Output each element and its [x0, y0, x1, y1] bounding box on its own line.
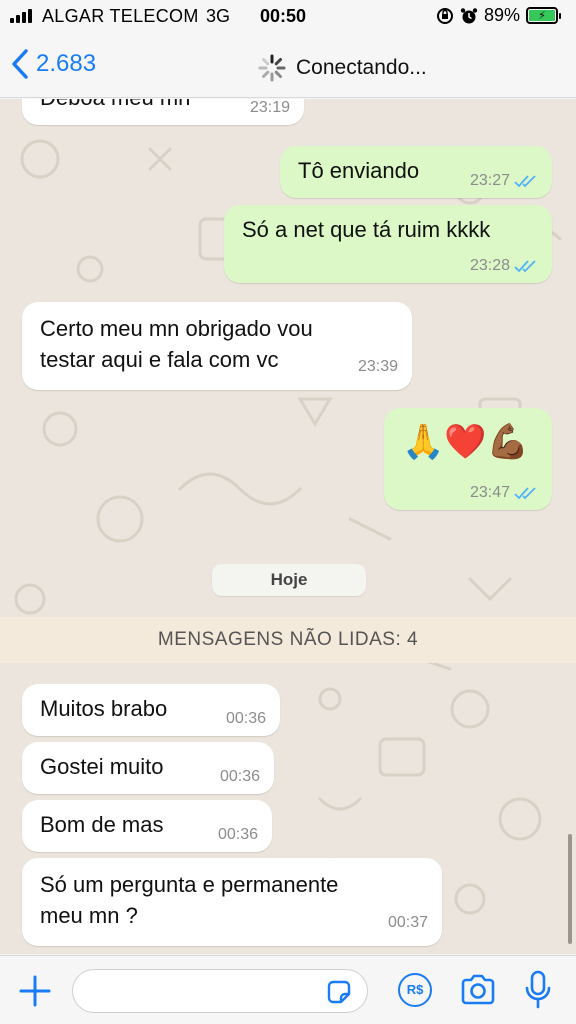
message-time: 23:28 [469, 257, 510, 274]
message-text-line: Certo meu mn obrigado vou [40, 316, 313, 341]
back-button[interactable]: 2.683 [10, 48, 96, 80]
message-time-row: 23:28 [470, 257, 538, 275]
message-text: Tô enviando [298, 158, 420, 183]
clock: 00:50 [260, 6, 307, 26]
message-time-row: 23:27 [470, 172, 538, 190]
message-text: Muitos brabo [40, 696, 168, 721]
message-incoming[interactable]: Muitos brabo 00:36 [22, 684, 280, 736]
payment-icon[interactable]: R$ [398, 973, 432, 1007]
connection-status-text: Conectando... [296, 56, 427, 79]
message-outgoing[interactable]: 🙏❤️💪🏾 23:47 [384, 408, 552, 510]
network-type: 3G [206, 6, 231, 26]
carrier-name: ALGAR TELECOM [42, 6, 199, 26]
unread-messages-banner: MENSAGENS NÃO LIDAS: 4 [0, 617, 576, 663]
message-time: 23:39 [357, 358, 398, 375]
message-text: Bom de mas [40, 812, 164, 837]
message-time: 23:47 [469, 484, 510, 501]
message-time: 23:27 [469, 172, 510, 189]
spinner-icon [258, 54, 286, 82]
message-time-row: 23:47 [470, 484, 538, 502]
message-time: 00:36 [217, 826, 258, 843]
orientation-lock-icon [436, 7, 453, 24]
back-chevron-icon [12, 49, 28, 79]
chat-header: 2.683 Conectando... [0, 34, 576, 98]
battery-percent: 89% [483, 5, 520, 25]
emoji-message: 🙏❤️💪🏾 [402, 423, 530, 461]
scrollbar[interactable] [568, 834, 572, 944]
message-outgoing[interactable]: Só a net que tá ruim kkkk 23:28 [224, 205, 552, 283]
message-text: Só a net que tá ruim kkkk [242, 217, 491, 242]
message-incoming[interactable]: Certo meu mn obrigado vou testar aqui e … [22, 302, 412, 390]
status-bar: ALGAR TELECOM 3G 00:50 89% ⚡ [0, 0, 576, 34]
alarm-icon [460, 7, 478, 23]
message-incoming[interactable]: Só um pergunta e permanente meu mn ? 00:… [22, 858, 442, 946]
signal-icon [10, 9, 32, 23]
camera-icon[interactable] [460, 973, 496, 1007]
connection-status: Conectando... [258, 54, 427, 82]
sticker-icon[interactable] [325, 978, 353, 1006]
message-text-line: meu mn ? [40, 903, 138, 928]
message-text-line: Só um pergunta e permanente [40, 872, 339, 897]
message-incoming[interactable]: Deboa meu mn 23:19 [22, 99, 304, 125]
battery-icon: ⚡ [526, 7, 561, 24]
message-outgoing[interactable]: Tô enviando 23:27 [280, 146, 552, 198]
payment-label: R$ [406, 982, 424, 997]
unread-chats-count: 2.683 [36, 50, 97, 77]
read-ticks-icon [514, 175, 536, 188]
message-time: 00:36 [225, 710, 266, 727]
message-incoming[interactable]: Bom de mas 00:36 [22, 800, 272, 852]
plus-icon[interactable] [18, 974, 52, 1008]
message-text-line: testar aqui e fala com vc [40, 347, 279, 372]
read-ticks-icon [514, 260, 536, 273]
message-time: 00:37 [387, 914, 428, 931]
message-composer: R$ [0, 955, 576, 1024]
message-incoming[interactable]: Gostei muito 00:36 [22, 742, 274, 794]
read-ticks-icon [514, 487, 536, 500]
message-time: 00:36 [219, 768, 260, 785]
message-text: Deboa meu mn [40, 99, 190, 110]
message-text: Gostei muito [40, 754, 164, 779]
message-input[interactable] [72, 969, 368, 1013]
date-separator: Hoje [212, 564, 366, 596]
microphone-icon[interactable] [524, 970, 552, 1010]
message-time: 23:19 [249, 99, 290, 116]
chat-area[interactable]: Deboa meu mn 23:19 Tô enviando 23:27 Só … [0, 99, 576, 954]
